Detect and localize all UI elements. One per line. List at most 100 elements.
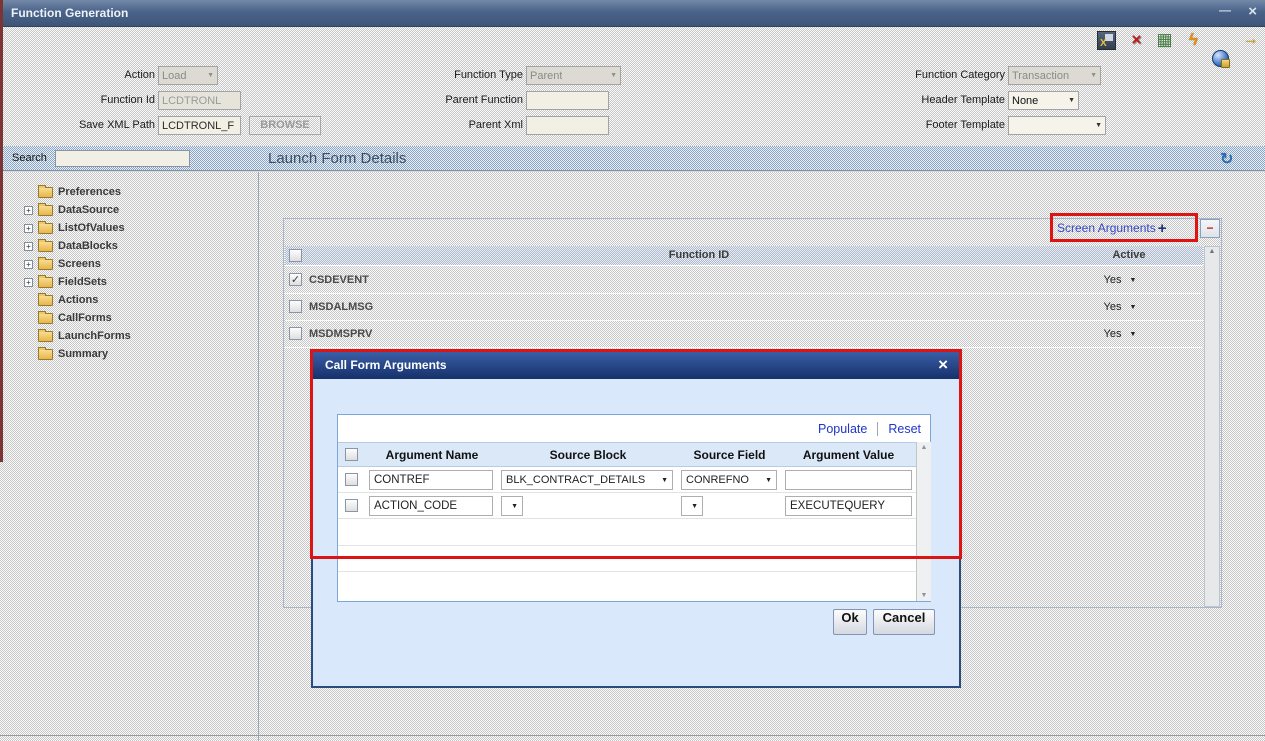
sidebar-item-actions[interactable]: Actions — [0, 292, 256, 309]
folder-icon — [38, 293, 53, 306]
expander-icon[interactable]: + — [24, 260, 33, 269]
argument-value-field[interactable] — [785, 470, 912, 490]
folder-icon — [38, 239, 53, 252]
plus-icon: + — [1157, 219, 1167, 237]
cancel-button[interactable]: Cancel — [873, 609, 935, 635]
sidebar-item-preferences[interactable]: Preferences — [0, 184, 256, 201]
parent-function-field[interactable] — [526, 91, 609, 110]
grid-header-row: Function ID Active — [285, 246, 1203, 266]
function-type-select[interactable]: Parent ▼ — [526, 66, 621, 85]
source-block-value: BLK_CONTRACT_DETAILS — [506, 474, 646, 486]
argument-name-field[interactable] — [369, 496, 493, 516]
chevron-down-icon: ▼ — [1129, 330, 1137, 338]
table-row[interactable]: ✓ CSDEVENT Yes ▼ — [285, 267, 1203, 294]
sidebar-item-screens[interactable]: + Screens — [0, 256, 256, 273]
row-checkbox[interactable]: ✓ — [289, 273, 302, 286]
source-field-select[interactable]: CONREFNO ▼ — [681, 470, 777, 490]
function-category-select[interactable]: Transaction ▼ — [1008, 66, 1101, 85]
sidebar-item-datablocks[interactable]: + DataBlocks — [0, 238, 256, 255]
row-checkbox[interactable] — [289, 327, 302, 340]
data-grid-icon[interactable]: ▦ — [1155, 31, 1174, 50]
tree-label: DataBlocks — [58, 240, 118, 252]
argument-name-field[interactable] — [369, 470, 493, 490]
chevron-down-icon: ▼ — [1129, 303, 1137, 311]
sidebar-item-listofvalues[interactable]: + ListOfValues — [0, 220, 256, 237]
row-checkbox[interactable] — [345, 499, 358, 512]
dialog-close-icon[interactable]: × — [938, 355, 948, 375]
argument-value-field[interactable] — [785, 496, 912, 516]
footer-template-label: Footer Template — [925, 119, 1005, 131]
parent-xml-label: Parent Xml — [468, 119, 523, 131]
close-icon[interactable]: × — [1248, 4, 1257, 19]
table-row[interactable]: MSDALMSG Yes ▼ — [285, 294, 1203, 321]
action-select[interactable]: Load ▼ — [158, 66, 218, 85]
ok-button[interactable]: Ok — [833, 609, 867, 635]
sidebar-item-launchforms[interactable]: LaunchForms — [0, 328, 256, 345]
function-category-value: Transaction — [1012, 69, 1070, 82]
sidebar-item-summary[interactable]: Summary — [0, 346, 256, 363]
source-field-select[interactable]: ▼ — [681, 496, 703, 516]
exit-icon[interactable]: → — [1241, 31, 1260, 50]
row-checkbox[interactable] — [345, 473, 358, 486]
argument-value-header: Argument Value — [802, 448, 895, 462]
populate-link[interactable]: Populate — [818, 422, 867, 436]
save-xml-path-label: Save XML Path — [78, 119, 155, 131]
source-block-select[interactable]: ▼ — [501, 496, 523, 516]
refresh-icon[interactable]: ↻ — [1220, 149, 1233, 169]
remove-row-button[interactable]: − — [1200, 219, 1220, 238]
active-select[interactable]: Yes ▼ — [1085, 328, 1155, 340]
chevron-down-icon: ▼ — [1068, 97, 1075, 104]
parent-xml-field[interactable] — [526, 116, 609, 135]
expander-icon[interactable]: + — [24, 206, 33, 215]
scroll-up-icon[interactable]: ▲ — [917, 444, 931, 451]
save-xml-path-field[interactable] — [158, 116, 241, 135]
active-value: Yes — [1103, 328, 1122, 340]
dialog-table-scrollbar[interactable]: ▲ ▼ — [916, 442, 931, 601]
tree-label: Screens — [58, 258, 101, 270]
empty-row-separator — [338, 571, 916, 572]
sidebar-item-datasource[interactable]: + DataSource — [0, 202, 256, 219]
folder-icon — [38, 203, 53, 216]
argument-row: ▼ ▼ — [338, 493, 916, 519]
web-icon[interactable] — [1212, 50, 1230, 68]
table-scrollbar[interactable]: ▲ — [1204, 246, 1220, 607]
table-row[interactable]: MSDMSPRV Yes ▼ — [285, 321, 1203, 348]
dialog-titlebar: Call Form Arguments × — [313, 352, 959, 379]
footer-template-select[interactable]: ▼ — [1008, 116, 1106, 135]
active-select[interactable]: Yes ▼ — [1085, 301, 1155, 313]
sidebar-tree: Preferences + DataSource + ListOfValues … — [0, 184, 258, 384]
browse-button[interactable]: BROWSE — [249, 116, 321, 135]
scroll-up-icon[interactable]: ▲ — [1205, 248, 1219, 255]
folder-icon — [38, 329, 53, 342]
expander-icon[interactable]: + — [24, 224, 33, 233]
delete-icon[interactable]: × — [1127, 31, 1146, 50]
sidebar-item-callforms[interactable]: CallForms — [0, 310, 256, 327]
sidebar-item-fieldsets[interactable]: + FieldSets — [0, 274, 256, 291]
expander-icon[interactable]: + — [24, 278, 33, 287]
row-checkbox[interactable] — [289, 300, 302, 313]
expander-icon[interactable]: + — [24, 242, 33, 251]
action-value: Load — [162, 69, 187, 82]
folder-icon — [38, 221, 53, 234]
export-excel-icon[interactable]: X — [1097, 31, 1116, 50]
reset-link[interactable]: Reset — [888, 422, 921, 436]
select-all-checkbox[interactable] — [289, 249, 302, 262]
search-input[interactable] — [55, 150, 190, 167]
source-block-select[interactable]: BLK_CONTRACT_DETAILS ▼ — [501, 470, 673, 490]
scroll-down-icon[interactable]: ▼ — [917, 592, 931, 599]
function-id-column-header: Function ID — [668, 249, 730, 261]
function-type-value: Parent — [530, 69, 563, 82]
header-template-select[interactable]: None ▼ — [1008, 91, 1079, 110]
function-id-field[interactable] — [158, 91, 241, 110]
generate-icon[interactable]: ϟ — [1184, 31, 1203, 50]
select-all-checkbox[interactable] — [345, 448, 358, 461]
tree-label: ListOfValues — [58, 222, 125, 234]
function-generation-window: Function Generation — × X × ▦ ϟ → Action… — [0, 0, 1265, 741]
screen-arguments-link[interactable]: Screen Arguments + — [1057, 218, 1166, 238]
active-column-header: Active — [1112, 249, 1146, 261]
window-title: Function Generation — [11, 6, 129, 20]
window-left-border — [0, 0, 3, 462]
screen-arguments-label: Screen Arguments — [1057, 221, 1156, 235]
minimize-icon[interactable]: — — [1219, 3, 1231, 17]
active-select[interactable]: Yes ▼ — [1085, 274, 1155, 286]
